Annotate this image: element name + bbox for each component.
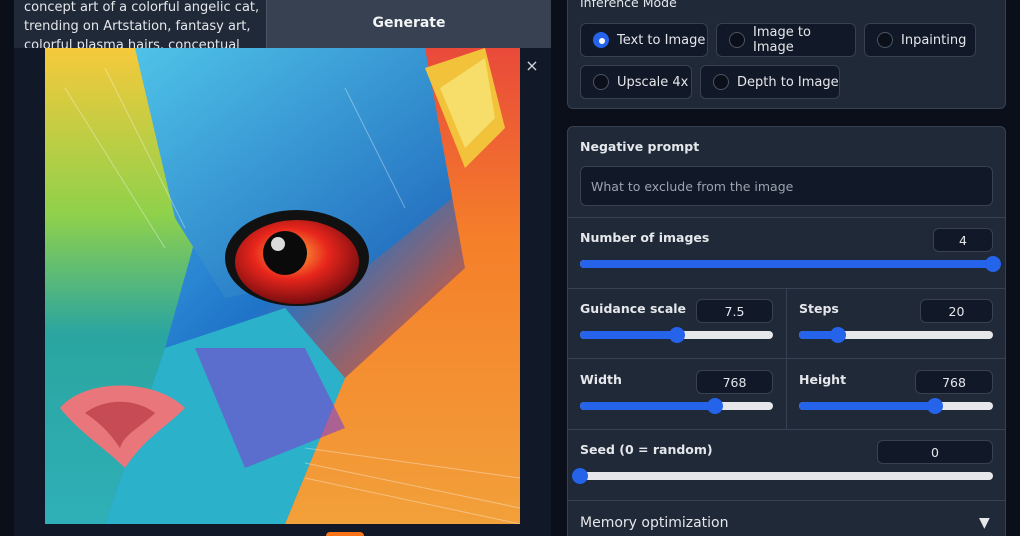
num-images-label: Number of images	[580, 230, 710, 245]
width-label: Width	[580, 372, 622, 387]
slider-thumb[interactable]	[829, 327, 846, 343]
steps-label: Steps	[799, 301, 839, 316]
prompt-line: concept art of a colorful angelic cat,	[24, 0, 260, 15]
radio-label: Depth to Image	[737, 74, 839, 90]
prompt-input[interactable]: concept art of a colorful angelic cat, t…	[14, 0, 266, 48]
seed-input[interactable]: 0	[877, 440, 993, 464]
steps-input[interactable]: 20	[920, 299, 993, 323]
inference-mode-label: Inference Mode	[580, 0, 677, 10]
radio-label: Image to Image	[753, 25, 811, 55]
negative-prompt-label: Negative prompt	[580, 139, 700, 154]
slider-fill	[580, 402, 716, 410]
generated-image[interactable]	[45, 48, 520, 524]
radio-inpainting[interactable]: Inpainting	[864, 23, 976, 57]
triangle-down-icon[interactable]: ▼	[979, 515, 990, 531]
app-root: concept art of a colorful angelic cat, t…	[0, 0, 1020, 536]
radio-dot	[713, 74, 729, 90]
radio-image-to-image[interactable]: Image to Image	[716, 23, 856, 57]
close-icon[interactable]: ×	[524, 58, 540, 74]
slider-fill	[799, 402, 935, 410]
width-slider[interactable]	[580, 398, 773, 414]
slider-fill	[580, 260, 993, 268]
row-divider	[567, 500, 1006, 501]
steps-slider[interactable]	[799, 327, 993, 343]
height-input[interactable]: 768	[915, 370, 993, 394]
slider-thumb[interactable]	[707, 398, 724, 414]
guidance-slider[interactable]	[580, 327, 773, 343]
seed-slider[interactable]	[572, 468, 993, 484]
radio-dot	[593, 32, 609, 48]
radio-label: Inpainting	[901, 32, 967, 48]
num-images-input[interactable]: 4	[933, 228, 993, 252]
height-label: Height	[799, 372, 847, 387]
radio-upscale[interactable]: Upscale 4x	[580, 65, 692, 99]
row-divider	[567, 217, 1006, 218]
column-divider	[786, 289, 787, 358]
seed-label: Seed (0 = random)	[580, 442, 713, 457]
cat-artwork	[45, 48, 520, 524]
radio-dot	[877, 32, 893, 48]
num-images-slider[interactable]	[580, 256, 1001, 272]
radio-dot	[729, 32, 745, 48]
slider-thumb[interactable]	[572, 468, 588, 484]
width-input[interactable]: 768	[696, 370, 773, 394]
radio-label: Text to Image	[617, 32, 706, 48]
radio-depth-to-image[interactable]: Depth to Image	[700, 65, 840, 99]
prompt-line: trending on Artstation, fantasy art,	[24, 19, 251, 34]
height-slider[interactable]	[799, 398, 993, 414]
slider-thumb[interactable]	[926, 398, 943, 414]
column-divider	[786, 359, 787, 429]
radio-label: Upscale 4x	[617, 74, 689, 90]
guidance-label: Guidance scale	[580, 301, 687, 316]
row-divider	[567, 429, 1006, 430]
memory-optimization-toggle[interactable]: Memory optimization	[580, 515, 729, 531]
slider-thumb[interactable]	[985, 256, 1001, 272]
generate-button[interactable]: Generate	[266, 0, 551, 48]
gallery-thumb-indicator[interactable]	[326, 532, 364, 536]
slider-thumb[interactable]	[668, 327, 685, 343]
negative-prompt-input[interactable]: What to exclude from the image	[580, 166, 993, 206]
guidance-input[interactable]: 7.5	[696, 299, 773, 323]
radio-text-to-image[interactable]: Text to Image	[580, 23, 708, 57]
radio-dot	[593, 74, 609, 90]
slider-fill	[580, 331, 677, 339]
prompt-line: colorful plasma hairs, conceptual	[24, 38, 240, 48]
